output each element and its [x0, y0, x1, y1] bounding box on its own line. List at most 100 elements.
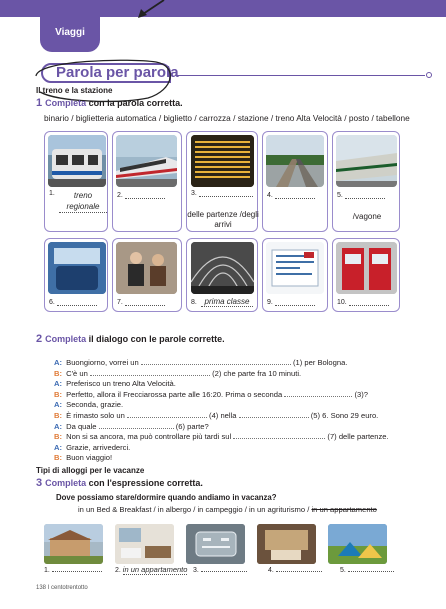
lodging-blank-5: 5.	[340, 565, 394, 574]
image-card-9: 9.	[262, 238, 328, 312]
lodging-blank-3: 3.	[193, 565, 247, 574]
card-5-caption: /vagone	[352, 212, 382, 221]
image-card-5: 5. /vagone	[332, 131, 400, 232]
section-title-rule-end	[426, 72, 432, 78]
lodging-4-answer-line[interactable]	[275, 565, 322, 572]
line-2-text: C'è un	[66, 368, 88, 378]
image-card-2: 2.	[112, 131, 182, 232]
line-10-text: Buon viaggio!	[66, 453, 113, 463]
dialogue-line-8: B: Non si sa ancora, ma può controllare …	[54, 432, 389, 443]
card-5-blank: 5.	[337, 192, 385, 199]
departure-board-photo	[191, 135, 254, 187]
platform-photo	[266, 135, 324, 187]
card-2-answer-line[interactable]	[124, 192, 165, 199]
line-9-text: Grazie, arrivederci.	[66, 442, 131, 452]
line-6-end: (5) 6. Sono 29 euro.	[310, 410, 379, 420]
line-1-text: Buongiorno, vorrei un	[66, 358, 139, 367]
card-3-answer-line[interactable]	[198, 190, 253, 197]
hotel-lobby-photo	[257, 524, 316, 564]
exercise-2-instruction: il dialogo con le parole corrette.	[88, 334, 225, 344]
exercise-3-bank-options: in un Bed & Breakfast / in albergo / in …	[78, 505, 310, 514]
line-5-text: Seconda, grazie.	[66, 400, 124, 410]
lodging-blank-4: 4.	[268, 565, 322, 574]
speaker-a: A:	[54, 421, 63, 431]
exercise-1-number: 1	[36, 97, 43, 109]
dialogue-line-5: A: Seconda, grazie.	[54, 400, 389, 411]
dialogue-line-2: B: C'è un (2) che parte fra 10 minuti.	[54, 369, 389, 380]
blank-3[interactable]	[284, 390, 353, 397]
subsection-title-lodging: Tipi di alloggi per le vacanze	[36, 466, 145, 475]
card-1-number: 1.	[49, 190, 55, 197]
dialogue-line-3: A: Preferisco un treno Alta Velocità.	[54, 379, 389, 390]
card-9-blank: 9.	[267, 299, 315, 306]
high-speed-train-photo	[116, 135, 177, 187]
dialogue-line-1: A: Buongiorno, vorrei un (1) per Bologna…	[54, 358, 389, 369]
blank-7[interactable]	[233, 432, 326, 440]
blank-2[interactable]	[89, 369, 210, 376]
regional-train-photo	[48, 135, 106, 187]
blank-6[interactable]	[98, 422, 174, 429]
blank-4[interactable]	[126, 411, 207, 418]
exercise-2-heading: 2 Completa il dialogo con le parole corre…	[36, 333, 225, 345]
annotation-arrow-icon	[138, 0, 165, 18]
image-card-6: 6.	[44, 238, 108, 312]
card-3-caption: delle partenze /degli arrivi	[187, 210, 259, 229]
card-10-answer-line[interactable]	[348, 299, 389, 306]
exercise-3-number: 3	[36, 477, 43, 489]
blank-1[interactable]	[140, 358, 291, 365]
page-footer: 138 I centotrentotto	[36, 585, 88, 591]
dialogue-line-7: A: Da quale (6) parte?	[54, 422, 389, 433]
lodging-3-number: 3.	[193, 567, 199, 574]
card-2-number: 2.	[117, 192, 123, 199]
lodging-1-answer-line[interactable]	[51, 565, 102, 572]
card-5-answer-line[interactable]	[344, 192, 385, 199]
line-6-mid: (4) nella	[209, 410, 237, 420]
card-9-answer-line[interactable]	[274, 299, 315, 306]
exercise-3-heading: 3 Completa con l'espressione corretta.	[36, 477, 203, 489]
image-card-1: 1. treno regionale	[44, 131, 108, 232]
lodging-2-answer: in un appartamento	[122, 565, 188, 575]
blank-5[interactable]	[238, 411, 309, 418]
dialogue: A: Buongiorno, vorrei un (1) per Bologna…	[54, 358, 389, 464]
image-card-4: 4.	[262, 131, 328, 232]
image-card-8: 8. prima classe	[186, 238, 258, 312]
line-7-text: Da quale	[66, 421, 97, 431]
dialogue-line-4: B: Perfetto, allora il Frecciarossa part…	[54, 390, 389, 401]
lodging-3-answer-line[interactable]	[200, 565, 247, 572]
footer-separator: I	[47, 585, 50, 591]
station-roof-photo	[191, 242, 254, 294]
card-4-number: 4.	[267, 192, 273, 199]
exercise-3-question: Dove possiamo stare/dormire quando andia…	[56, 493, 277, 502]
agriturismo-photo	[44, 524, 103, 564]
dialogue-line-9: A: Grazie, arrivederci.	[54, 443, 389, 454]
unit-tab: Viaggi	[40, 0, 100, 52]
page-number: 138	[36, 585, 47, 591]
lodging-blank-2: 2. in un appartamento	[115, 565, 188, 575]
lodging-5-answer-line[interactable]	[347, 565, 394, 572]
exercise-2-lead: Completa	[45, 334, 87, 344]
card-8-number: 8.	[191, 299, 197, 306]
speaker-b: B:	[54, 368, 63, 378]
card-5-number: 5.	[337, 192, 343, 199]
image-card-10: 10.	[332, 238, 400, 312]
campsite-photo	[328, 524, 387, 564]
image-card-3: 3. delle partenze /degli arrivi	[186, 131, 259, 232]
page-number-words: centotrentotto	[51, 585, 88, 591]
card-6-answer-line[interactable]	[56, 299, 97, 306]
line-8-text: Non si sa ancora, ma può controllare più…	[66, 432, 232, 442]
apartment-photo	[115, 524, 174, 564]
speaker-b: B:	[54, 432, 63, 442]
line-2-end: (2) che parte fra 10 minuti.	[212, 368, 302, 378]
card-7-blank: 7.	[117, 299, 165, 306]
card-4-answer-line[interactable]	[274, 192, 315, 199]
card-7-answer-line[interactable]	[124, 299, 165, 306]
subsection-title-train: Il treno e la stazione	[36, 86, 113, 95]
ticket-machine-photo	[336, 242, 397, 294]
speaker-b: B:	[54, 389, 63, 399]
train-seat-photo	[48, 242, 106, 294]
card-10-number: 10.	[337, 299, 347, 306]
exercise-2-number: 2	[36, 333, 43, 345]
dialogue-line-6: B: È rimasto solo un (4) nella (5) 6. So…	[54, 411, 389, 422]
card-2-blank: 2.	[117, 192, 165, 199]
unit-tab-label: Viaggi	[55, 27, 85, 38]
